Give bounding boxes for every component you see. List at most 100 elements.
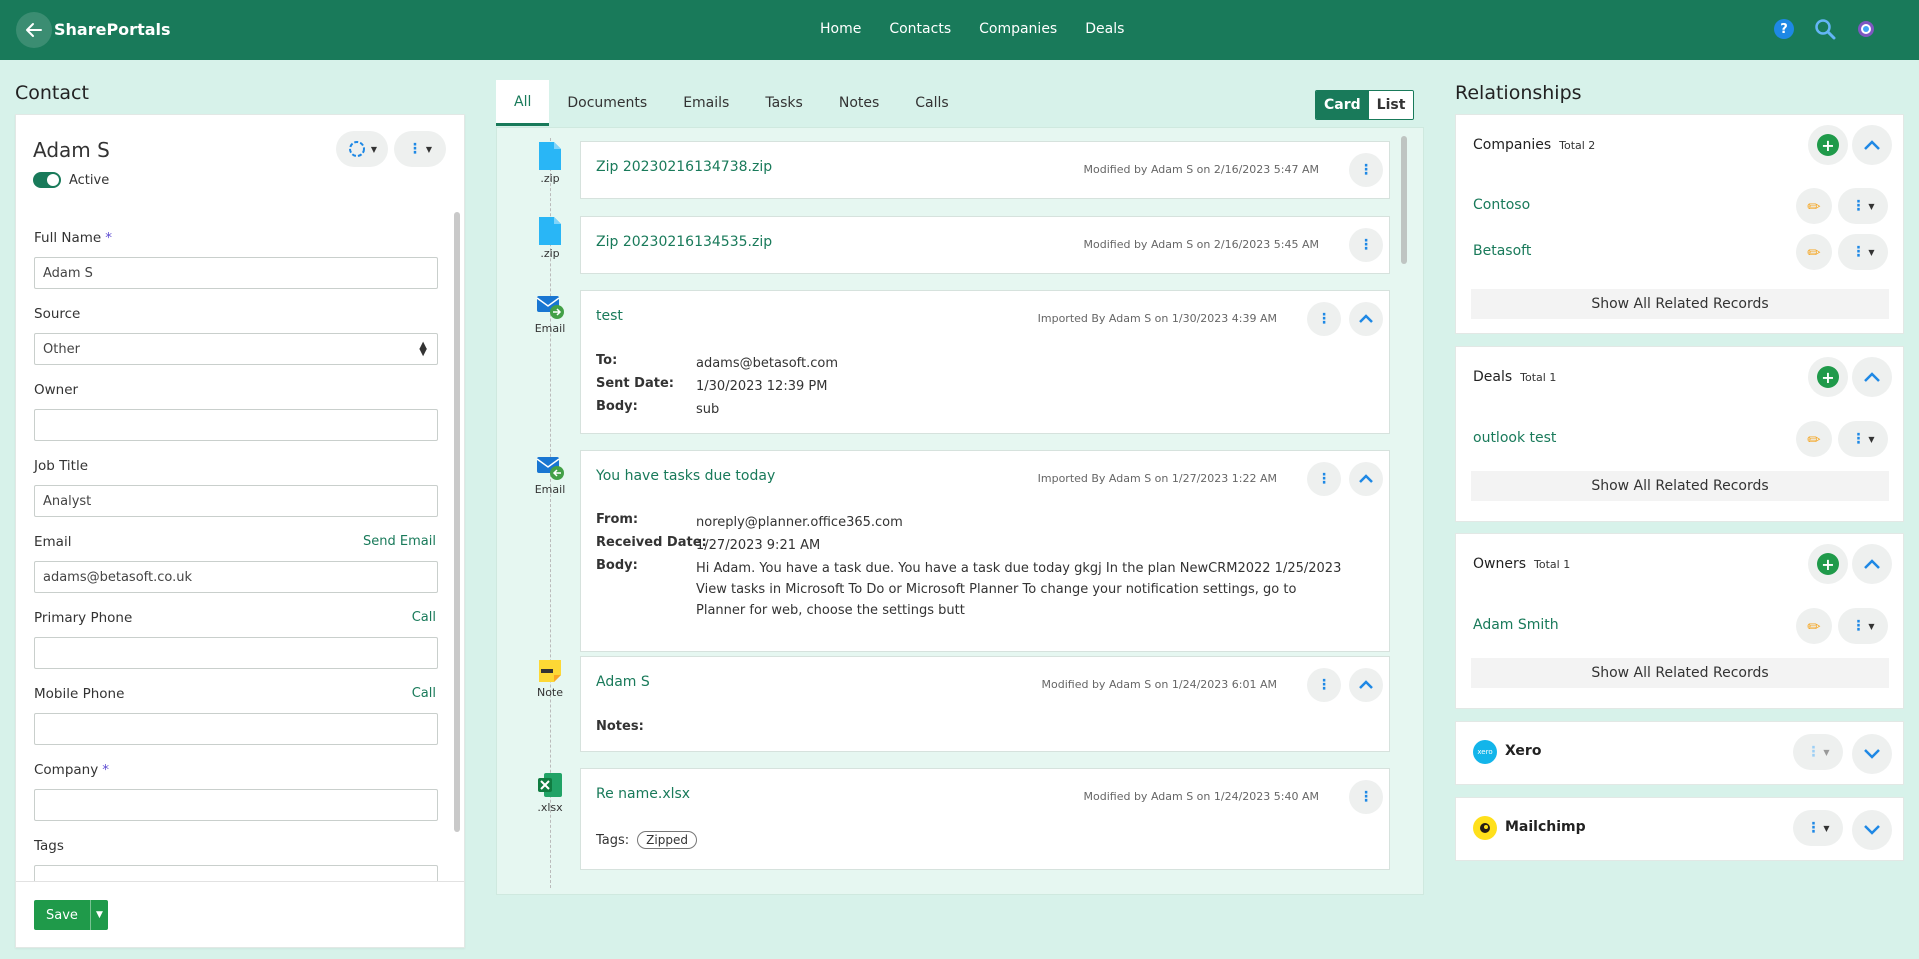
owner-input[interactable] bbox=[34, 409, 438, 441]
nav-deals[interactable]: Deals bbox=[1085, 21, 1124, 37]
active-toggle[interactable] bbox=[33, 172, 61, 188]
item-more-button[interactable]: ⋮ bbox=[1349, 780, 1383, 814]
more-vertical-icon: ⋮ bbox=[1851, 198, 1866, 214]
job-title-input[interactable]: Analyst bbox=[34, 485, 438, 517]
search-icon[interactable] bbox=[1814, 18, 1836, 40]
show-all-companies-button[interactable]: Show All Related Records bbox=[1471, 289, 1889, 319]
item-more-button[interactable]: ⋮ bbox=[1349, 228, 1383, 262]
back-button[interactable] bbox=[16, 12, 52, 48]
add-owner-button[interactable]: + bbox=[1808, 544, 1848, 584]
timeline-card-note[interactable]: Adam S Modified by Adam S on 1/24/2023 6… bbox=[580, 656, 1390, 752]
timeline-card-zip-1[interactable]: Zip 20230216134738.zip Modified by Adam … bbox=[580, 141, 1390, 199]
deal-item[interactable]: outlook test bbox=[1473, 430, 1556, 446]
notes-row: Notes: bbox=[596, 719, 644, 734]
nav-companies[interactable]: Companies bbox=[979, 21, 1057, 37]
expand-xero-button[interactable] bbox=[1852, 734, 1892, 774]
add-company-button[interactable]: + bbox=[1808, 125, 1848, 165]
item-title[interactable]: You have tasks due today bbox=[596, 468, 775, 484]
item-title[interactable]: Zip 20230216134738.zip bbox=[596, 159, 772, 175]
help-icon[interactable]: ? bbox=[1774, 19, 1794, 39]
mailchimp-logo-icon bbox=[1473, 816, 1497, 840]
item-title[interactable]: Adam S bbox=[596, 674, 650, 690]
timeline-card-email-tasks[interactable]: You have tasks due today Imported By Ada… bbox=[580, 450, 1390, 652]
item-meta: Imported By Adam S on 1/30/2023 4:39 AM bbox=[1037, 312, 1277, 325]
edit-button[interactable]: ✏ bbox=[1796, 234, 1832, 270]
source-select[interactable]: Other ▲ ▼ bbox=[34, 333, 438, 365]
tab-documents[interactable]: Documents bbox=[549, 80, 665, 126]
mobile-phone-input[interactable] bbox=[34, 713, 438, 745]
timeline-panel: .zip Zip 20230216134738.zip Modified by … bbox=[496, 127, 1424, 895]
tab-notes[interactable]: Notes bbox=[821, 80, 897, 126]
save-dropdown-button[interactable]: ▼ bbox=[89, 900, 108, 930]
show-all-owners-button[interactable]: Show All Related Records bbox=[1471, 658, 1889, 688]
received-date-row: Received Date: 1/27/2023 9:21 AM bbox=[596, 535, 821, 553]
card-view-button[interactable]: Card bbox=[1316, 91, 1369, 119]
pencil-icon: ✏ bbox=[1807, 242, 1821, 262]
item-more-button[interactable]: ⋮ ▼ bbox=[1838, 421, 1888, 457]
item-more-button[interactable]: ⋮ bbox=[1307, 302, 1341, 336]
primary-phone-call-link[interactable]: Call bbox=[412, 610, 436, 625]
tab-calls[interactable]: Calls bbox=[897, 80, 966, 126]
timeline-card-email-test[interactable]: test Imported By Adam S on 1/30/2023 4:3… bbox=[580, 290, 1390, 434]
timeline-scrollbar[interactable] bbox=[1401, 136, 1407, 264]
primary-phone-label: Primary Phone bbox=[34, 610, 133, 626]
timeline-card-xlsx[interactable]: Re name.xlsx Modified by Adam S on 1/24/… bbox=[580, 768, 1390, 870]
owner-item[interactable]: Adam Smith bbox=[1473, 617, 1559, 633]
app-brand[interactable]: SharePortals bbox=[54, 20, 171, 39]
tab-tasks[interactable]: Tasks bbox=[747, 80, 821, 126]
tab-emails[interactable]: Emails bbox=[665, 80, 747, 126]
mailchimp-more-button[interactable]: ⋮ ▼ bbox=[1793, 810, 1843, 846]
email-input[interactable]: adams@betasoft.co.uk bbox=[34, 561, 438, 593]
body-row: Body: Hi Adam. You have a task due. You h… bbox=[596, 558, 1342, 618]
send-email-link[interactable]: Send Email bbox=[363, 534, 436, 549]
edit-button[interactable]: ✏ bbox=[1796, 188, 1832, 224]
edit-button[interactable]: ✏ bbox=[1796, 421, 1832, 457]
company-item[interactable]: Betasoft bbox=[1473, 243, 1531, 259]
collapse-button[interactable] bbox=[1349, 668, 1383, 702]
primary-phone-input[interactable] bbox=[34, 637, 438, 669]
form-scrollbar[interactable] bbox=[454, 212, 460, 832]
collapse-button[interactable] bbox=[1349, 302, 1383, 336]
item-title[interactable]: Re name.xlsx bbox=[596, 786, 690, 802]
companies-title: Companies Total 2 bbox=[1473, 137, 1596, 153]
add-deal-button[interactable]: + bbox=[1808, 357, 1848, 397]
full-name-input[interactable]: Adam S bbox=[34, 257, 438, 289]
collapse-deals-button[interactable] bbox=[1852, 357, 1892, 397]
item-title[interactable]: Zip 20230216134535.zip bbox=[596, 234, 772, 250]
mobile-phone-call-link[interactable]: Call bbox=[412, 686, 436, 701]
save-button[interactable]: Save bbox=[34, 900, 90, 930]
sync-button[interactable]: ▼ bbox=[336, 131, 388, 167]
more-vertical-icon: ⋮ bbox=[1806, 744, 1821, 760]
collapse-button[interactable] bbox=[1349, 462, 1383, 496]
xero-more-button[interactable]: ⋮ ▼ bbox=[1793, 734, 1843, 770]
tag-pill[interactable]: Zipped bbox=[637, 831, 697, 849]
status-row: Active bbox=[33, 172, 109, 188]
show-all-deals-button[interactable]: Show All Related Records bbox=[1471, 471, 1889, 501]
plus-icon: + bbox=[1817, 366, 1839, 388]
list-view-button[interactable]: List bbox=[1368, 91, 1414, 119]
nav-contacts[interactable]: Contacts bbox=[889, 21, 951, 37]
excel-file-icon: .xlsx bbox=[530, 771, 570, 814]
item-more-button[interactable]: ⋮ ▼ bbox=[1838, 188, 1888, 224]
item-more-button[interactable]: ⋮ bbox=[1307, 462, 1341, 496]
collapse-companies-button[interactable] bbox=[1852, 125, 1892, 165]
company-item[interactable]: Contoso bbox=[1473, 197, 1530, 213]
timeline-card-zip-2[interactable]: Zip 20230216134535.zip Modified by Adam … bbox=[580, 216, 1390, 274]
more-vertical-icon: ⋮ bbox=[1851, 431, 1866, 447]
edit-button[interactable]: ✏ bbox=[1796, 608, 1832, 644]
chevron-down-icon bbox=[1864, 749, 1880, 759]
item-more-button[interactable]: ⋮ bbox=[1349, 153, 1383, 187]
company-input[interactable] bbox=[34, 789, 438, 821]
item-title[interactable]: test bbox=[596, 308, 623, 324]
expand-mailchimp-button[interactable] bbox=[1852, 810, 1892, 850]
item-more-button[interactable]: ⋮ ▼ bbox=[1838, 234, 1888, 270]
caret-down-icon: ▼ bbox=[425, 144, 433, 154]
companies-card: Companies Total 2 + Contoso ✏ ⋮ ▼ Betasoft… bbox=[1455, 114, 1904, 334]
item-more-button[interactable]: ⋮ bbox=[1307, 668, 1341, 702]
item-more-button[interactable]: ⋮ ▼ bbox=[1838, 608, 1888, 644]
tab-all[interactable]: All bbox=[496, 80, 550, 126]
more-actions-button[interactable]: ⋮ ▼ bbox=[394, 131, 446, 167]
collapse-owners-button[interactable] bbox=[1852, 544, 1892, 584]
settings-icon[interactable] bbox=[1856, 19, 1876, 39]
nav-home[interactable]: Home bbox=[820, 21, 861, 37]
